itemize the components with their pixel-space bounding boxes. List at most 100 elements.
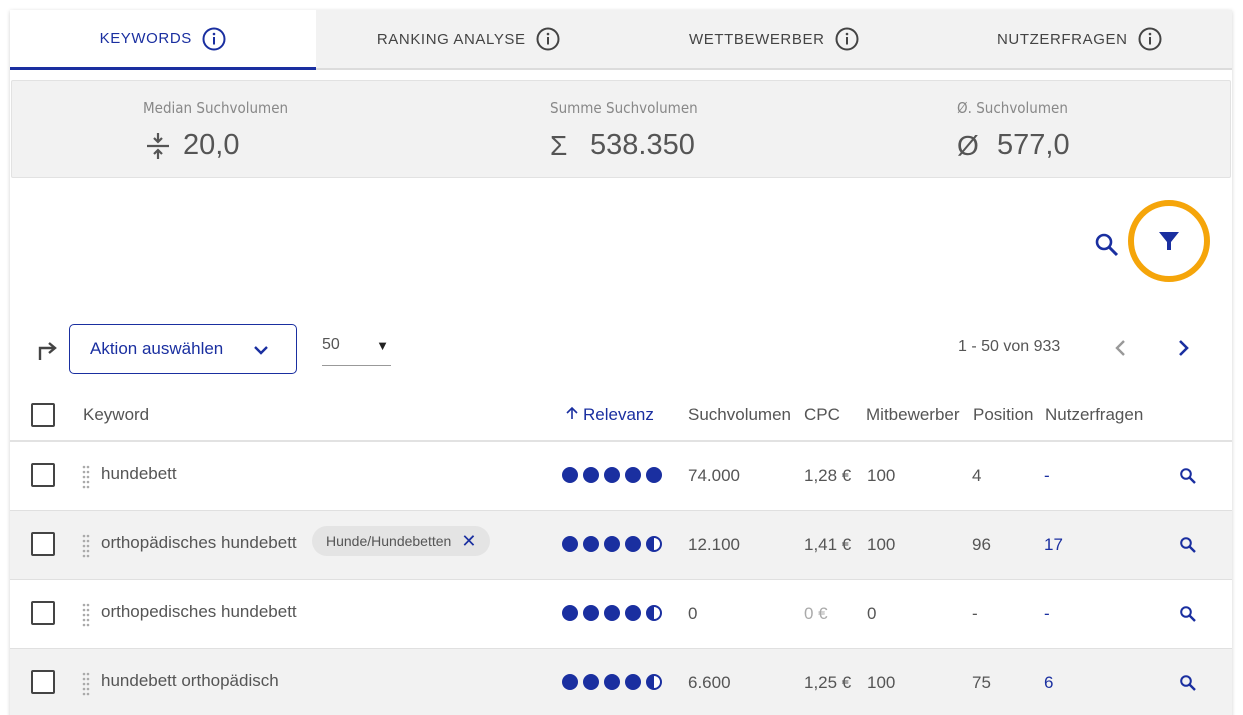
- search-icon[interactable]: [1179, 536, 1197, 554]
- stat-value: 577,0: [997, 129, 1070, 161]
- volume-cell: 74.000: [688, 466, 740, 485]
- relevance-half-dot: [646, 605, 662, 621]
- column-header-label: Relevanz: [583, 405, 654, 424]
- column-header-volume[interactable]: Suchvolumen: [688, 405, 791, 425]
- cpc-cell: 0 €: [804, 604, 828, 623]
- table-row: orthopedisches hundebett 0 0 € 0 - -: [10, 580, 1232, 649]
- info-icon[interactable]: [1138, 27, 1162, 51]
- column-header-position[interactable]: Position: [973, 405, 1033, 425]
- tab-label: WETTBEWERBER: [688, 30, 825, 48]
- median-icon: [147, 132, 169, 159]
- relevance-dots: [562, 536, 662, 552]
- relevance-dot: [562, 605, 578, 621]
- stats-panel: Median Suchvolumen 20,0 Summe Suchvolume…: [11, 80, 1231, 178]
- relevance-dot: [604, 536, 620, 552]
- cpc-cell: 1,25 €: [804, 673, 852, 692]
- row-checkbox[interactable]: [31, 670, 55, 694]
- tab-label: NUTZERFRAGEN: [996, 30, 1128, 48]
- table-row: hundebett orthopädisch 6.600 1,25 € 100 …: [10, 649, 1232, 715]
- drag-handle-icon[interactable]: [81, 464, 91, 490]
- relevance-half-dot: [646, 674, 662, 690]
- relevance-dots: [562, 605, 662, 621]
- keyword-text: orthopädisches hundebett: [101, 533, 297, 552]
- competitors-cell: 100: [867, 466, 896, 485]
- questions-cell[interactable]: -: [1044, 466, 1050, 486]
- table-row: orthopädisches hundebett Hunde/Hundebett…: [10, 511, 1232, 580]
- column-header-questions[interactable]: Nutzerfragen: [1045, 405, 1143, 425]
- relevance-dot: [583, 674, 599, 690]
- keyword-text: hundebett orthopädisch: [101, 671, 279, 690]
- tab-ranking-analyse[interactable]: RANKING ANALYSE: [315, 10, 621, 70]
- drag-handle-icon[interactable]: [81, 533, 91, 559]
- action-select-label: Aktion auswählen: [90, 339, 224, 358]
- keyword-text: orthopedisches hundebett: [101, 602, 297, 621]
- previous-page-icon[interactable]: [1110, 337, 1132, 359]
- tab-wettbewerber[interactable]: WETTBEWERBER: [621, 10, 927, 70]
- chevron-down-icon: [254, 346, 268, 355]
- tab-nutzerfragen[interactable]: NUTZERFRAGEN: [926, 10, 1232, 70]
- relevance-dot: [583, 605, 599, 621]
- search-icon[interactable]: [1094, 232, 1120, 258]
- relevance-dot: [625, 674, 641, 690]
- column-header-cpc[interactable]: CPC: [804, 405, 840, 425]
- tab-bar: KEYWORDS RANKING ANALYSE WETTBEWERBER NU…: [10, 10, 1232, 70]
- column-header-keyword[interactable]: Keyword: [83, 405, 149, 425]
- per-page-value: 50: [322, 336, 340, 353]
- stat-label: Median Suchvolumen: [143, 99, 289, 117]
- relevance-dot: [646, 467, 662, 483]
- row-checkbox[interactable]: [31, 463, 55, 487]
- per-page-select[interactable]: 50 ▼: [322, 336, 391, 366]
- column-header-relevance[interactable]: Relevanz: [565, 405, 654, 425]
- relevance-dot: [562, 536, 578, 552]
- tab-keywords[interactable]: KEYWORDS: [10, 10, 316, 70]
- competitors-cell: 0: [867, 604, 877, 623]
- position-cell: 4: [972, 466, 982, 485]
- table-row: hundebett 74.000 1,28 € 100 4 -: [10, 442, 1232, 511]
- relevance-dot: [604, 674, 620, 690]
- questions-cell[interactable]: 17: [1044, 535, 1063, 555]
- relevance-dot: [625, 605, 641, 621]
- tab-label: RANKING ANALYSE: [376, 30, 526, 48]
- search-icon[interactable]: [1179, 467, 1197, 485]
- relevance-dot: [604, 467, 620, 483]
- relevance-dot: [625, 536, 641, 552]
- bulk-action-arrow-icon: [38, 342, 57, 360]
- tab-label: KEYWORDS: [99, 30, 192, 47]
- search-icon[interactable]: [1179, 605, 1197, 623]
- relevance-dot: [604, 605, 620, 621]
- volume-cell: 6.600: [688, 673, 731, 692]
- cpc-cell: 1,28 €: [804, 466, 852, 485]
- stat-sum: Summe Suchvolumen Σ 538.350: [550, 99, 714, 162]
- stat-label: Summe Suchvolumen: [550, 99, 698, 117]
- remove-tag-icon[interactable]: ✕: [461, 531, 476, 552]
- relevance-dot: [562, 467, 578, 483]
- average-icon: Ø: [957, 129, 979, 161]
- row-checkbox[interactable]: [31, 532, 55, 556]
- position-cell: -: [972, 604, 978, 623]
- questions-cell[interactable]: 6: [1044, 673, 1053, 693]
- relevance-dots: [562, 467, 662, 483]
- info-icon[interactable]: [536, 27, 560, 51]
- column-header-competitors[interactable]: Mitbewerber: [866, 405, 960, 425]
- row-checkbox[interactable]: [31, 601, 55, 625]
- select-all-checkbox[interactable]: [31, 403, 55, 427]
- drag-handle-icon[interactable]: [81, 602, 91, 628]
- search-icon[interactable]: [1179, 674, 1197, 692]
- category-tag: Hunde/Hundebetten ✕: [312, 526, 491, 556]
- drag-handle-icon[interactable]: [81, 671, 91, 697]
- relevance-dot: [583, 536, 599, 552]
- stat-median: Median Suchvolumen 20,0: [143, 99, 304, 162]
- relevance-half-dot: [646, 536, 662, 552]
- position-cell: 75: [972, 673, 991, 692]
- relevance-dots: [562, 674, 662, 690]
- volume-cell: 0: [688, 604, 698, 623]
- info-icon[interactable]: [835, 27, 859, 51]
- filter-icon: [1159, 232, 1179, 250]
- next-page-icon[interactable]: [1172, 337, 1194, 359]
- stat-average: Ø. Suchvolumen Ø 577,0: [957, 99, 1080, 162]
- relevance-dot: [625, 467, 641, 483]
- action-select-button[interactable]: Aktion auswählen: [69, 324, 297, 374]
- sort-up-icon: [566, 406, 578, 419]
- filter-button[interactable]: [1128, 200, 1210, 282]
- info-icon[interactable]: [202, 27, 226, 51]
